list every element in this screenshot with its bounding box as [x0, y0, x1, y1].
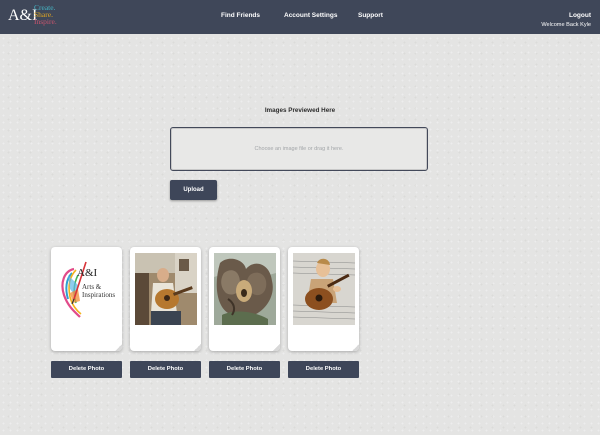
- upload-button[interactable]: Upload: [170, 180, 217, 200]
- logo-subtitle-line-2: Inspirations: [82, 291, 116, 299]
- file-dropzone[interactable]: Choose an image file or drag it here.: [170, 127, 428, 171]
- guitar-player-image: [135, 253, 197, 325]
- photo-card: [288, 247, 359, 351]
- logo-tagline: Create. Share. Inspire.: [34, 4, 57, 26]
- tagline-inspire: Inspire.: [34, 17, 57, 26]
- photo-child-guitar: [293, 253, 355, 325]
- logo-text-block: A&I Arts & Inspirations: [56, 253, 118, 325]
- preview-heading: Images Previewed Here: [264, 107, 336, 114]
- welcome-message: Welcome Back Kyle: [541, 22, 591, 28]
- child-guitar-image: [293, 253, 355, 325]
- photo-guitar-player: [135, 253, 197, 325]
- photo-card: [130, 247, 201, 351]
- photo-tree-guitar: [214, 253, 276, 325]
- photo-card: [209, 247, 280, 351]
- delete-photo-button[interactable]: Delete Photo: [288, 361, 359, 378]
- delete-photo-button[interactable]: Delete Photo: [209, 361, 280, 378]
- logo-ai-text: A&I: [77, 267, 98, 279]
- photo-arts-inspirations-logo: A&I Arts & Inspirations: [56, 253, 118, 325]
- nav-support[interactable]: Support: [358, 12, 383, 19]
- logo-subtitle: Arts & Inspirations: [82, 283, 115, 299]
- nav-account-settings[interactable]: Account Settings: [284, 12, 337, 19]
- logout-link[interactable]: Logout: [569, 12, 591, 19]
- logo-subtitle-line-1: Arts &: [82, 283, 102, 291]
- delete-photo-button[interactable]: Delete Photo: [51, 361, 122, 378]
- nav-find-friends[interactable]: Find Friends: [221, 12, 260, 19]
- delete-photo-button[interactable]: Delete Photo: [130, 361, 201, 378]
- photo-card: A&I Arts & Inspirations: [51, 247, 122, 351]
- navbar: A&I Create. Share. Inspire. Find Friends…: [0, 0, 600, 34]
- dropzone-placeholder: Choose an image file or drag it here.: [254, 146, 344, 152]
- tree-guitar-image: [214, 253, 276, 325]
- logo-text: A&I: [8, 7, 38, 24]
